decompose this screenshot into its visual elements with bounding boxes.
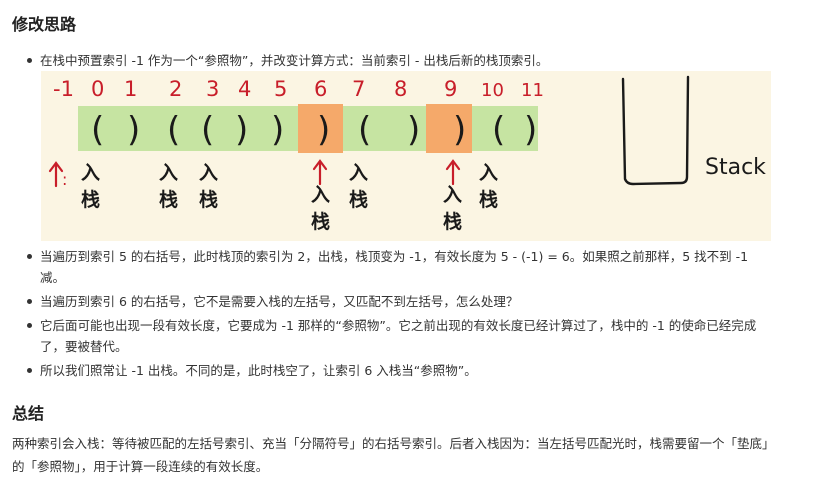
list-item: 所以我们照常让 -1 出栈。不同的是，此时栈空了，让索引 6 入栈当“参照物”。: [0, 360, 775, 381]
push-label: 栈: [199, 188, 218, 211]
push-label: 栈: [443, 210, 462, 233]
bracket-char: ): [407, 110, 420, 150]
push-label: 入: [81, 162, 100, 184]
push-label: 入: [199, 162, 218, 184]
push-label: 栈: [349, 188, 368, 211]
bracket-char: ): [453, 110, 466, 150]
summary-paragraph: 两种索引会入栈：等待被匹配的左括号索引、充当「分隔符号」的右括号索引。后者入栈因…: [12, 436, 775, 474]
dot-marker: :: [62, 170, 67, 189]
stack-container: [621, 75, 690, 186]
index-label: 5: [274, 77, 287, 101]
bracket-char: ): [317, 110, 330, 150]
push-label: 入: [349, 162, 368, 184]
bracket-char: ): [524, 110, 537, 150]
diagram-canvas: -1 0 1 2 3 4 5 6 7 8 9 10 11 ()(()))())() : 入栈入栈入栈 入栈…: [48, 75, 766, 233]
push-label: 入: [311, 184, 330, 206]
bracket-char: ): [235, 110, 248, 150]
index-label: 2: [169, 77, 182, 101]
arrow-index-minus1: [48, 161, 64, 188]
index-label: 6: [314, 77, 327, 101]
index-label: 0: [91, 77, 104, 101]
index-label: 9: [444, 77, 457, 101]
push-labels: 入栈入栈入栈 入栈入栈 入栈入栈: [81, 162, 498, 233]
push-label: 栈: [311, 210, 330, 233]
index-label: -1: [53, 77, 74, 101]
index-label: 8: [394, 77, 407, 101]
push-label: 栈: [159, 188, 178, 211]
list-item: 在栈中预置索引 -1 作为一个“参照物”，并改变计算方式：当前索引 - 出栈后新…: [0, 50, 775, 71]
explanation-bullet-list: 当遍历到索引 5 的右括号，此时栈顶的索引为 2，出栈，栈顶变为 -1，有效长度…: [0, 246, 815, 381]
index-label: 4: [238, 77, 251, 101]
index-label: 10: [481, 80, 504, 101]
push-label: 栈: [479, 188, 498, 211]
intro-bullet-list: 在栈中预置索引 -1 作为一个“参照物”，并改变计算方式：当前索引 - 出栈后新…: [0, 50, 815, 71]
stack-label: Stack: [705, 155, 766, 180]
bracket-stack-illustration: -1 0 1 2 3 4 5 6 7 8 9 10 11 ()(()))())() : 入栈入栈入栈入栈…: [41, 71, 771, 241]
index-label: 1: [124, 77, 137, 101]
bracket-char: ): [271, 110, 284, 150]
section-title-summary: 总结: [12, 404, 45, 423]
push-label: 栈: [81, 188, 100, 211]
bracket-char: (: [91, 110, 104, 150]
push-label: 入: [443, 184, 462, 206]
arrow-index-9: [445, 159, 461, 186]
index-label: 7: [352, 77, 365, 101]
list-item: 当遍历到索引 5 的右括号，此时栈顶的索引为 2，出栈，栈顶变为 -1，有效长度…: [0, 246, 775, 288]
push-label: 入: [479, 162, 498, 184]
push-label: 入: [159, 162, 178, 184]
index-label: 3: [206, 77, 219, 101]
bracket-char: (: [167, 110, 180, 150]
bracket-char: (: [358, 110, 371, 150]
section-title-modify-idea: 修改思路: [12, 15, 77, 34]
arrow-index-6: [312, 159, 328, 186]
list-item: 当遍历到索引 6 的右括号，它不是需要入栈的左括号，又匹配不到左括号，怎么处理？: [0, 291, 775, 312]
bracket-char: ): [127, 110, 140, 150]
index-label: 11: [521, 80, 544, 101]
bracket-char: (: [492, 110, 505, 150]
list-item: 它后面可能也出现一段有效长度，它要成为 -1 那样的“参照物”。它之前出现的有效…: [0, 315, 775, 357]
index-row: -1 0 1 2 3 4 5 6 7 8 9 10 11: [53, 77, 544, 101]
bracket-char: (: [201, 110, 214, 150]
